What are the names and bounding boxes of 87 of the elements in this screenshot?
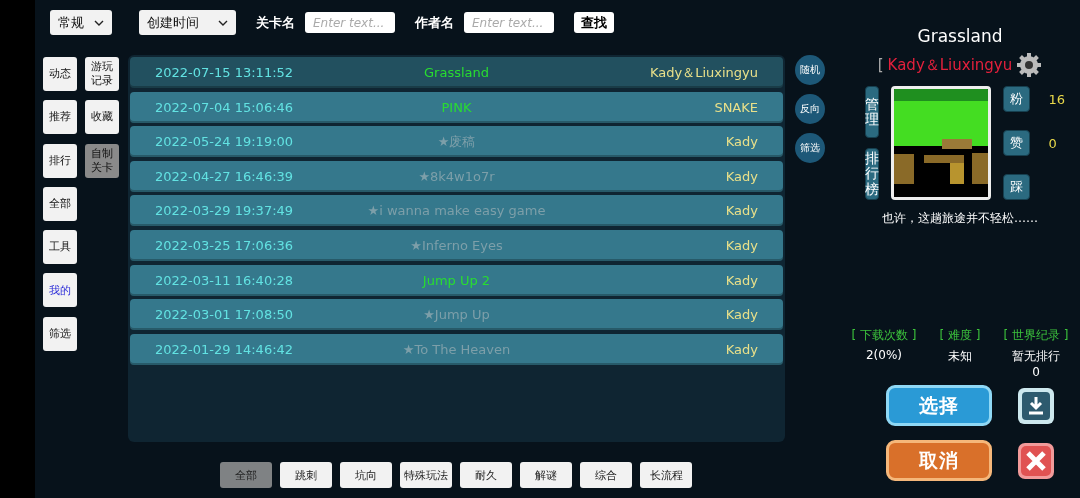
stat-label: [ 世界纪录 ] — [1003, 327, 1069, 344]
author-text: Kady — [724, 307, 758, 323]
level-title: Grassland — [917, 26, 1003, 48]
level-row[interactable]: 2022-03-01 17:08:50 ★Jump Up Kady — [130, 299, 783, 331]
level-title: ★i wanna make easy game — [366, 203, 547, 219]
level-name-field[interactable]: Enter text... — [305, 12, 395, 33]
level-title: ★To The Heaven — [401, 341, 512, 357]
bracket-text: [ — [877, 56, 884, 74]
date-text: 2022-05-24 19:19:00 — [155, 134, 295, 150]
sidebar-item[interactable]: 推荐 — [43, 100, 77, 135]
sidebar-item[interactable]: 排行 — [43, 143, 77, 178]
sidebar-item[interactable]: 筛选 — [43, 316, 77, 351]
close-icon[interactable] — [1016, 441, 1055, 480]
search-button[interactable]: 查找 — [574, 12, 614, 33]
round-button[interactable]: 反向 — [795, 94, 825, 124]
author-text: Kady — [724, 168, 758, 184]
level-row[interactable]: 2022-04-27 16:46:39 ★8k4w1o7r Kady — [130, 160, 783, 192]
author-text: Kady — [724, 203, 758, 219]
sidebar-item[interactable]: 我的 — [43, 273, 77, 308]
date-text: 2022-07-04 15:06:46 — [155, 99, 295, 115]
dislike-button[interactable]: 踩 — [1003, 174, 1031, 200]
count-text: 16 — [1048, 91, 1065, 107]
sidebar-item[interactable]: 全部 — [43, 186, 77, 221]
level-row[interactable]: 2022-07-04 15:06:46 PINK SNAKE — [130, 91, 783, 123]
level-title: ★Inferno Eyes — [409, 237, 504, 253]
fans-button[interactable]: 粉 — [1003, 86, 1031, 112]
round-button[interactable]: 筛选 — [795, 133, 825, 163]
field-label: 关卡名 — [256, 13, 295, 32]
sidebar-item[interactable]: 动态 — [43, 57, 77, 91]
level-row[interactable]: 2022-03-11 16:40:28 Jump Up 2 Kady — [130, 264, 783, 296]
level-title: Jump Up 2 — [421, 272, 492, 288]
like-button[interactable]: 赞 — [1003, 130, 1031, 156]
date-text: 2022-07-15 13:11:52 — [155, 65, 295, 80]
tag-filter[interactable]: 坑向 — [340, 462, 392, 488]
level-row[interactable]: 2022-01-29 14:46:42 ★To The Heaven Kady — [130, 333, 783, 365]
author-name: Kady＆Liuxingyu — [887, 55, 1013, 75]
count-text: 0 — [1048, 135, 1057, 151]
sidebar-item[interactable]: 收藏 — [85, 100, 119, 135]
level-row[interactable]: 2022-03-29 19:37:49 ★i wanna make easy game Kady — [130, 195, 783, 227]
author-text: Kady＆Liuxingyu — [648, 63, 758, 82]
tag-filter[interactable]: 综合 — [580, 462, 632, 488]
chevron-down-icon — [94, 19, 104, 26]
sidebar-item[interactable]: 自制关卡 — [85, 143, 119, 178]
stat-value: 暂无排行 — [1012, 348, 1060, 365]
level-row[interactable]: 2022-03-25 17:06:36 ★Inferno Eyes Kady — [130, 229, 783, 261]
sidebar-item[interactable]: 工具 — [43, 230, 77, 265]
leaderboard-button[interactable]: 排行榜 — [865, 148, 879, 200]
stat-value: 未知 — [948, 348, 972, 365]
level-description: 也许，这趟旅途并不轻松…… — [882, 210, 1038, 227]
level-title: ★8k4w1o7r — [417, 168, 496, 184]
author-text: Kady — [724, 341, 758, 357]
date-text: 2022-03-01 17:08:50 — [155, 307, 295, 323]
author-text: Kady — [724, 134, 758, 150]
tag-filter[interactable]: 耐久 — [460, 462, 512, 488]
stat-label: [ 难度 ] — [939, 327, 981, 344]
level-row[interactable]: 2022-05-24 19:19:00 ★废稿 Kady — [130, 126, 783, 158]
date-text: 2022-03-25 17:06:36 — [155, 237, 295, 253]
author-text: Kady — [724, 272, 758, 288]
stat-value: 2(0%) — [865, 348, 902, 362]
date-text: 2022-04-27 16:46:39 — [155, 168, 295, 184]
author-text: Kady — [724, 237, 758, 253]
download-icon[interactable] — [1016, 386, 1055, 425]
level-title: PINK — [440, 99, 473, 115]
stat-value: 0 — [1032, 365, 1040, 379]
date-text: 2022-01-29 14:46:42 — [155, 341, 295, 357]
stat-label: [ 下载次数 ] — [851, 327, 917, 344]
tag-filter[interactable]: 特殊玩法 — [400, 462, 452, 488]
date-text: 2022-03-11 16:40:28 — [155, 272, 295, 288]
category-dropdown[interactable]: 常规 — [50, 10, 112, 35]
level-row[interactable]: 2022-07-15 13:11:52 Grassland Kady＆Liuxingyu — [130, 57, 783, 88]
field-label: 作者名 — [415, 13, 454, 32]
level-title: Grassland — [423, 65, 490, 80]
chevron-down-icon — [218, 19, 228, 26]
level-title: ★废稿 — [436, 132, 477, 151]
tag-filter[interactable]: 解谜 — [520, 462, 572, 488]
settings-icon[interactable] — [1016, 52, 1043, 78]
date-text: 2022-03-29 19:37:49 — [155, 203, 295, 219]
level-title: ★Jump Up — [422, 307, 491, 323]
manage-button[interactable]: 管理 — [865, 86, 879, 138]
sort-dropdown[interactable]: 创建时间 — [139, 10, 236, 35]
author-name-field[interactable]: Enter text... — [464, 12, 554, 33]
author-text: SNAKE — [713, 99, 758, 115]
sidebar-item[interactable]: 游玩记录 — [85, 57, 119, 91]
tag-filter[interactable]: 长流程 — [640, 462, 692, 488]
round-button[interactable]: 随机 — [795, 55, 825, 85]
tag-filter[interactable]: 全部 — [220, 462, 272, 488]
tag-filter[interactable]: 跳刺 — [280, 462, 332, 488]
